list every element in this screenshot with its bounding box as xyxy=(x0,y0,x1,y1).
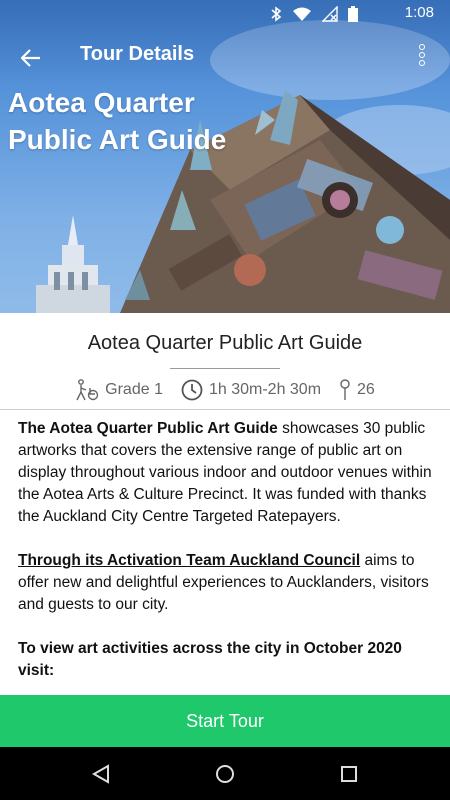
view-activities-heading: To view art activities across the city i… xyxy=(18,640,402,679)
section-divider xyxy=(0,409,450,410)
hero-title: Aotea Quarter Public Art Guide xyxy=(8,84,308,158)
grade-info: Grade 1 xyxy=(75,379,163,401)
no-signal-icon xyxy=(322,6,338,22)
tour-meta: Grade 1 1h 30m-2h 30m 26 xyxy=(0,375,450,405)
description-paragraph-1: The Aotea Quarter Public Art Guide showc… xyxy=(18,418,434,528)
description-paragraph-2: Through its Activation Team Auckland Cou… xyxy=(18,550,434,616)
duration-label: 1h 30m-2h 30m xyxy=(208,381,322,398)
battery-icon xyxy=(348,6,358,22)
wifi-icon xyxy=(293,7,311,21)
accessibility-walker-icon xyxy=(76,379,99,401)
status-icons xyxy=(270,6,358,22)
more-vert-icon-dot xyxy=(419,52,425,58)
more-vert-icon xyxy=(419,44,425,50)
tour-title: Aotea Quarter Public Art Guide xyxy=(87,332,363,354)
home-circle-icon[interactable] xyxy=(212,761,238,787)
hero-title-line2: Public Art Guide xyxy=(8,124,227,155)
more-options-button[interactable] xyxy=(412,42,432,72)
stops-info: 26 xyxy=(339,379,375,401)
app-bar: Tour Details xyxy=(0,28,450,86)
hero-title-line1: Aotea Quarter xyxy=(8,87,195,118)
arrow-back-icon xyxy=(21,49,40,67)
app-bar-title: Tour Details xyxy=(80,43,195,65)
duration-info: 1h 30m-2h 30m xyxy=(181,379,321,401)
system-nav-bar xyxy=(0,747,450,800)
stops-count: 26 xyxy=(357,381,375,398)
back-triangle-icon[interactable] xyxy=(88,761,114,787)
status-time: 1:08 xyxy=(404,4,434,21)
status-bar: 1:08 xyxy=(0,0,450,28)
description-highlight: The Aotea Quarter Public Art Guide xyxy=(18,420,278,437)
more-vert-icon-dot xyxy=(419,60,425,66)
activation-team-link[interactable]: Through its Activation Team Auckland Cou… xyxy=(18,552,360,569)
clock-icon xyxy=(181,379,203,401)
start-tour-button[interactable]: Start Tour xyxy=(0,695,450,747)
grade-label: Grade 1 xyxy=(105,381,163,398)
pin-icon xyxy=(340,379,350,400)
description-paragraph-3: To view art activities across the city i… xyxy=(18,638,434,682)
bluetooth-icon xyxy=(271,6,282,22)
title-divider xyxy=(170,368,280,369)
recents-square-icon[interactable] xyxy=(336,761,362,787)
back-button[interactable] xyxy=(16,43,46,73)
tour-description: The Aotea Quarter Public Art Guide showc… xyxy=(18,418,434,704)
